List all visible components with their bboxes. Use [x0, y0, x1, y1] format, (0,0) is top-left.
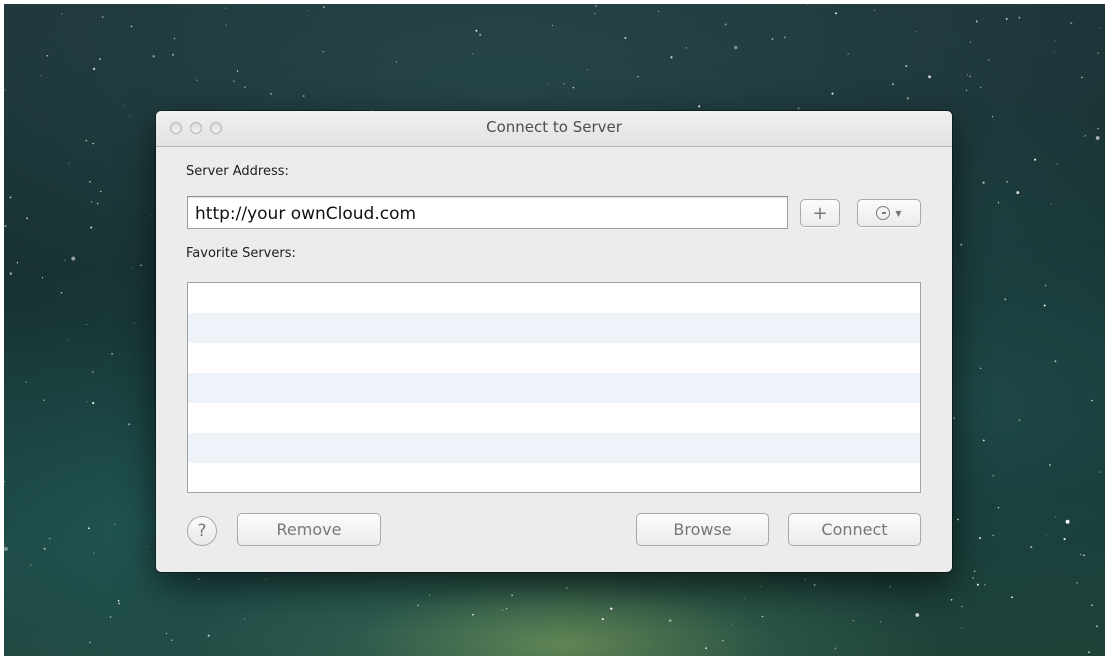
clock-icon: [876, 206, 891, 220]
connect-button[interactable]: Connect: [788, 513, 921, 546]
add-favorite-button[interactable]: +: [800, 199, 840, 227]
favorite-servers-list[interactable]: [187, 282, 921, 493]
browse-button[interactable]: Browse: [636, 513, 769, 546]
favorite-servers-label: Favorite Servers:: [186, 246, 296, 261]
title-bar[interactable]: Connect to Server: [156, 111, 952, 147]
recent-servers-button[interactable]: ▼: [857, 199, 921, 227]
help-icon: ?: [197, 521, 207, 541]
list-row: [188, 373, 920, 403]
connect-to-server-window: Connect to Server Server Address: + ▼ Fa…: [156, 111, 952, 572]
plus-icon: +: [812, 202, 828, 224]
server-address-label: Server Address:: [186, 164, 289, 179]
window-title: Connect to Server: [486, 118, 622, 136]
list-row: [188, 313, 920, 343]
help-button[interactable]: ?: [187, 516, 217, 546]
list-row: [188, 463, 920, 492]
list-row: [188, 433, 920, 463]
list-row: [188, 283, 920, 313]
list-row: [188, 403, 920, 433]
remove-button[interactable]: Remove: [237, 513, 381, 546]
list-row: [188, 343, 920, 373]
chevron-down-icon: ▼: [895, 208, 902, 218]
desktop-background: Connect to Server Server Address: + ▼ Fa…: [4, 4, 1105, 656]
server-address-input[interactable]: [187, 196, 788, 229]
